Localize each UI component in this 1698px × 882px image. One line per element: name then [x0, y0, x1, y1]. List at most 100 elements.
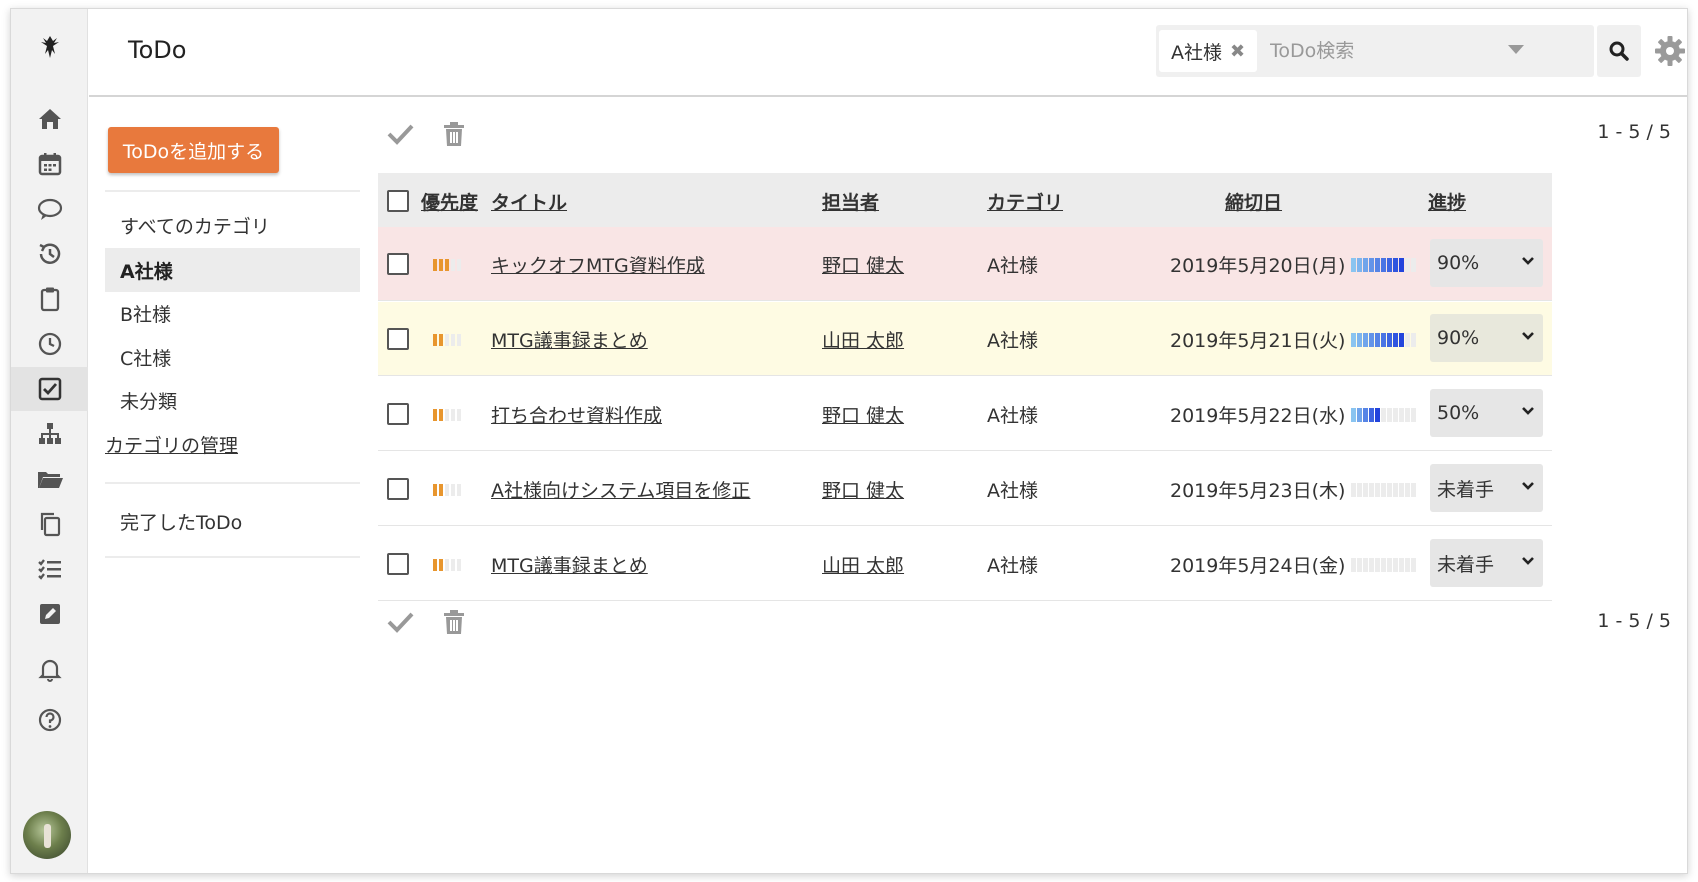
complete-check-icon[interactable] — [385, 119, 415, 149]
column-category[interactable]: カテゴリ — [987, 188, 1063, 215]
priority-bar-segment — [457, 559, 461, 571]
checklist-icon[interactable] — [11, 547, 88, 591]
bell-icon[interactable] — [11, 647, 88, 691]
progress-bar-segment — [1375, 258, 1380, 272]
progress-bar-segment — [1381, 483, 1386, 497]
row-checkbox[interactable] — [387, 478, 409, 500]
todo-title-link[interactable]: キックオフMTG資料作成 — [491, 251, 705, 278]
progress-bar-segment — [1387, 483, 1392, 497]
filter-chip[interactable]: A社様 ✖ — [1159, 30, 1258, 72]
org-icon[interactable] — [11, 412, 88, 456]
column-due-date[interactable]: 締切日 — [1225, 188, 1282, 215]
calendar-icon[interactable] — [11, 142, 88, 186]
edit-icon[interactable] — [11, 592, 88, 636]
todo-title-link[interactable]: MTG議事録まとめ — [491, 551, 648, 578]
progress-bar-segment — [1363, 408, 1368, 422]
logo-icon[interactable] — [11, 25, 88, 69]
chevron-down-icon — [1522, 332, 1534, 340]
assignee-link[interactable]: 山田 太郎 — [822, 551, 904, 578]
due-date-cell: 2019年5月24日(金) — [1170, 555, 1346, 577]
search-button[interactable] — [1597, 25, 1641, 77]
row-checkbox[interactable] — [387, 553, 409, 575]
category-c[interactable]: C社様 — [105, 335, 360, 379]
progress-bar-segment — [1381, 333, 1386, 347]
priority-bar-segment — [433, 484, 437, 496]
history-icon[interactable] — [11, 232, 88, 276]
chevron-down-icon — [1522, 557, 1534, 565]
progress-bar-segment — [1393, 558, 1398, 572]
todo-title-link[interactable]: MTG議事録まとめ — [491, 326, 648, 353]
row-checkbox[interactable] — [387, 253, 409, 275]
assignee-link[interactable]: 野口 健太 — [822, 401, 904, 428]
progress-bar-segment — [1369, 558, 1374, 572]
table-header: 優先度 タイトル 担当者 カテゴリ 締切日 進捗 — [378, 173, 1552, 227]
trash-icon[interactable] — [439, 607, 469, 637]
table-row[interactable]: A社様向けシステム項目を修正 野口 健太 A社様 2019年5月23日(木) 未着手 — [378, 452, 1552, 526]
completed-todos-link[interactable]: 完了したToDo — [120, 508, 242, 535]
due-date-cell: 2019年5月21日(火) — [1170, 330, 1346, 352]
table-row[interactable]: 打ち合わせ資料作成 野口 健太 A社様 2019年5月22日(水) 50% — [378, 377, 1552, 451]
column-assignee[interactable]: 担当者 — [822, 188, 879, 215]
complete-check-icon[interactable] — [385, 607, 415, 637]
close-icon[interactable]: ✖ — [1230, 41, 1245, 62]
category-all[interactable]: すべてのカテゴリ — [105, 203, 360, 247]
progress-bar — [1351, 333, 1416, 347]
progress-bar-segment — [1405, 558, 1410, 572]
search-input[interactable] — [1262, 30, 1512, 72]
row-checkbox[interactable] — [387, 403, 409, 425]
progress-bar-segment — [1393, 408, 1398, 422]
help-icon[interactable] — [11, 698, 88, 742]
progress-bar-segment — [1411, 333, 1416, 347]
column-progress[interactable]: 進捗 — [1428, 188, 1466, 215]
column-priority[interactable]: 優先度 — [421, 188, 478, 215]
assignee-link[interactable]: 山田 太郎 — [822, 326, 904, 353]
progress-bar-segment — [1369, 258, 1374, 272]
progress-select-value: 未着手 — [1437, 553, 1495, 576]
manage-categories-link[interactable]: カテゴリの管理 — [105, 431, 238, 458]
category-uncategorized[interactable]: 未分類 — [105, 378, 360, 422]
copy-icon[interactable] — [11, 502, 88, 546]
progress-bar-segment — [1405, 408, 1410, 422]
chat-icon[interactable] — [11, 187, 88, 231]
progress-bar-segment — [1369, 483, 1374, 497]
table-row[interactable]: キックオフMTG資料作成 野口 健太 A社様 2019年5月20日(月) 90% — [378, 227, 1552, 301]
progress-bar-segment — [1393, 258, 1398, 272]
progress-select[interactable]: 50% — [1430, 389, 1543, 437]
todo-title-link[interactable]: A社様向けシステム項目を修正 — [491, 476, 750, 503]
table-row[interactable]: MTG議事録まとめ 山田 太郎 A社様 2019年5月24日(金) 未着手 — [378, 527, 1552, 601]
divider — [105, 482, 360, 484]
table-row[interactable]: MTG議事録まとめ 山田 太郎 A社様 2019年5月21日(火) 90% — [378, 302, 1552, 376]
chevron-down-icon — [1522, 257, 1534, 265]
progress-bar — [1351, 558, 1416, 572]
trash-icon[interactable] — [439, 119, 469, 149]
priority-indicator — [433, 409, 461, 421]
progress-select[interactable]: 90% — [1430, 239, 1543, 287]
progress-bar-segment — [1399, 408, 1404, 422]
clipboard-icon[interactable] — [11, 277, 88, 321]
home-icon[interactable] — [11, 97, 88, 141]
column-title[interactable]: タイトル — [491, 188, 567, 215]
assignee-link[interactable]: 野口 健太 — [822, 251, 904, 278]
assignee-link[interactable]: 野口 健太 — [822, 476, 904, 503]
progress-bar-segment — [1405, 333, 1410, 347]
priority-bar-segment — [439, 559, 443, 571]
category-b[interactable]: B社様 — [105, 291, 360, 335]
priority-bar-segment — [433, 334, 437, 346]
select-all-checkbox[interactable] — [387, 190, 409, 212]
folder-icon[interactable] — [11, 457, 88, 501]
todo-title-link[interactable]: 打ち合わせ資料作成 — [491, 401, 662, 428]
progress-bar-segment — [1399, 483, 1404, 497]
progress-select[interactable]: 90% — [1430, 314, 1543, 362]
category-a[interactable]: A社様 — [105, 248, 360, 292]
progress-select[interactable]: 未着手 — [1430, 464, 1543, 512]
due-date-cell: 2019年5月23日(木) — [1170, 480, 1346, 502]
progress-select[interactable]: 未着手 — [1430, 539, 1543, 587]
clock-icon[interactable] — [11, 322, 88, 366]
dropdown-arrow-icon[interactable] — [1508, 45, 1524, 54]
row-checkbox[interactable] — [387, 328, 409, 350]
avatar[interactable] — [23, 811, 71, 859]
app-window: ToDo A社様 ✖ ToDo検索 ToDoを追加する すべてのカテゴリ A社様… — [10, 8, 1688, 874]
todo-icon[interactable] — [11, 367, 88, 411]
add-todo-button[interactable]: ToDoを追加する — [108, 127, 279, 173]
gear-icon[interactable] — [1652, 33, 1688, 69]
